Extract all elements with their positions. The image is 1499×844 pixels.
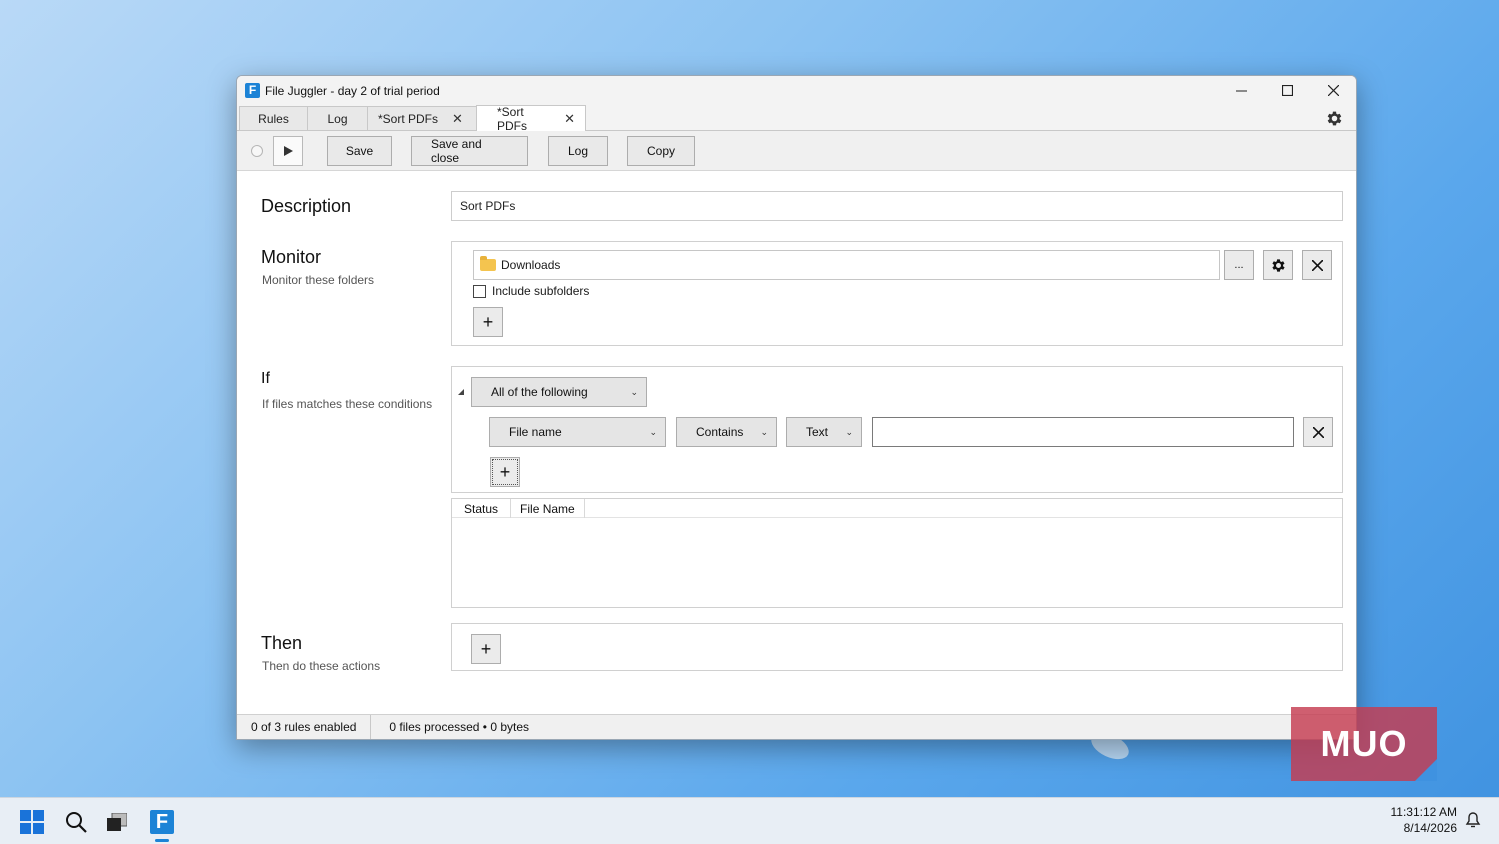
browse-button[interactable]: ... bbox=[1224, 250, 1254, 280]
notification-bell-icon bbox=[1465, 812, 1481, 828]
condition-field-dropdown[interactable]: File name ⌄ bbox=[489, 417, 666, 447]
monitor-subtitle: Monitor these folders bbox=[262, 273, 375, 287]
include-subfolders-label: Include subfolders bbox=[492, 284, 590, 298]
settings-button[interactable] bbox=[1324, 108, 1344, 128]
include-subfolders-row: Include subfolders bbox=[473, 284, 589, 298]
include-subfolders-checkbox[interactable] bbox=[473, 284, 486, 298]
minimize-icon bbox=[1235, 90, 1247, 92]
toolbar: Save Save and close Log Copy bbox=[237, 131, 1356, 171]
chevron-down-icon: ⌄ bbox=[845, 426, 853, 437]
tab-close-icon[interactable]: ✕ bbox=[564, 111, 575, 127]
task-view-button[interactable] bbox=[101, 806, 133, 838]
task-view-icon bbox=[107, 813, 127, 831]
tab-rules[interactable]: Rules bbox=[239, 106, 308, 130]
tab-sort-pdfs-2[interactable]: *Sort PDFs ✕ bbox=[476, 104, 586, 133]
monitor-heading: Monitor bbox=[261, 247, 322, 267]
add-condition-button[interactable]: + bbox=[490, 457, 520, 487]
search-icon bbox=[66, 812, 87, 833]
status-bar: 0 of 3 rules enabled 0 files processed •… bbox=[237, 714, 1356, 739]
folder-name: Downloads bbox=[501, 258, 561, 272]
system-clock[interactable]: 11:31:12 AM 8/14/2026 bbox=[1391, 804, 1458, 836]
actions-panel: + bbox=[451, 623, 1343, 671]
close-icon bbox=[1312, 426, 1324, 438]
title-bar[interactable]: F File Juggler - day 2 of trial period bbox=[237, 76, 1356, 105]
file-juggler-app-icon: F bbox=[150, 810, 174, 834]
tab-log[interactable]: Log bbox=[307, 106, 368, 130]
monitor-panel: Downloads ... Include subfolders + bbox=[451, 241, 1343, 346]
condition-value-input[interactable] bbox=[872, 417, 1294, 447]
grid-header: Status File Name bbox=[452, 499, 1342, 518]
rule-editor: Description Sort PDFs Monitor Monitor th… bbox=[237, 171, 1356, 716]
maximize-button[interactable] bbox=[1264, 76, 1310, 105]
folder-path-field[interactable]: Downloads bbox=[473, 250, 1220, 280]
matching-files-grid: Status File Name bbox=[451, 498, 1343, 608]
then-heading: Then bbox=[261, 633, 303, 653]
match-mode-value: All of the following bbox=[491, 385, 588, 399]
add-folder-button[interactable]: + bbox=[473, 307, 503, 337]
description-heading: Description bbox=[261, 196, 352, 216]
files-processed-status: 0 files processed • 0 bytes bbox=[389, 720, 530, 734]
condition-type-value: Text bbox=[806, 425, 829, 439]
tab-sort-pdfs-1[interactable]: *Sort PDFs ✕ bbox=[367, 106, 477, 130]
save-and-close-button[interactable]: Save and close bbox=[411, 135, 528, 166]
copy-button[interactable]: Copy bbox=[627, 135, 695, 166]
tab-label: *Sort PDFs bbox=[378, 111, 439, 126]
muo-watermark-logo: MUO bbox=[1291, 707, 1437, 781]
notifications-button[interactable] bbox=[1465, 812, 1481, 831]
tab-close-icon[interactable]: ✕ bbox=[452, 111, 463, 127]
collapse-arrow-icon[interactable] bbox=[458, 389, 464, 395]
condition-field-value: File name bbox=[509, 425, 562, 439]
file-juggler-window: F File Juggler - day 2 of trial period R… bbox=[236, 75, 1357, 740]
rules-enabled-status: 0 of 3 rules enabled bbox=[237, 714, 372, 739]
then-subtitle: Then do these actions bbox=[262, 659, 381, 673]
save-button[interactable]: Save bbox=[327, 135, 392, 166]
search-button[interactable] bbox=[60, 806, 92, 838]
folder-icon bbox=[480, 256, 496, 271]
rule-enabled-radio[interactable] bbox=[251, 144, 263, 157]
condition-operator-value: Contains bbox=[696, 425, 744, 439]
chevron-down-icon: ⌄ bbox=[760, 426, 768, 437]
tab-label: Log bbox=[327, 111, 348, 126]
match-mode-dropdown[interactable]: All of the following ⌄ bbox=[471, 377, 647, 407]
condition-operator-dropdown[interactable]: Contains ⌄ bbox=[676, 417, 777, 447]
start-button[interactable] bbox=[16, 806, 48, 838]
tab-label: Rules bbox=[258, 111, 289, 126]
taskbar: F 11:31:12 AM 8/14/2026 bbox=[0, 797, 1499, 844]
close-icon bbox=[1311, 259, 1323, 271]
windows-logo-icon bbox=[20, 810, 44, 834]
run-button[interactable] bbox=[273, 135, 303, 166]
column-status[interactable]: Status bbox=[452, 499, 512, 518]
tab-label: *Sort PDFs bbox=[497, 104, 527, 133]
gear-icon bbox=[1271, 258, 1285, 272]
if-subtitle: If files matches these conditions bbox=[262, 397, 433, 411]
file-juggler-taskbar-button[interactable]: F bbox=[146, 806, 178, 842]
column-file-name[interactable]: File Name bbox=[511, 499, 585, 518]
folder-settings-button[interactable] bbox=[1263, 250, 1293, 280]
chevron-down-icon: ⌄ bbox=[630, 386, 638, 397]
add-action-button[interactable]: + bbox=[471, 634, 501, 664]
maximize-icon bbox=[1281, 85, 1293, 96]
chevron-down-icon: ⌄ bbox=[649, 426, 657, 437]
log-button[interactable]: Log bbox=[548, 135, 608, 166]
minimize-button[interactable] bbox=[1218, 76, 1264, 105]
gear-icon bbox=[1327, 111, 1341, 125]
if-heading: If bbox=[261, 370, 270, 387]
conditions-panel: All of the following ⌄ File name ⌄ Conta… bbox=[451, 366, 1343, 493]
remove-condition-button[interactable] bbox=[1303, 417, 1333, 447]
tab-bar: Rules Log *Sort PDFs ✕ *Sort PDFs ✕ bbox=[237, 104, 1356, 133]
clock-date: 8/14/2026 bbox=[1403, 821, 1457, 835]
condition-type-dropdown[interactable]: Text ⌄ bbox=[786, 417, 862, 447]
remove-folder-button[interactable] bbox=[1302, 250, 1332, 280]
window-title: File Juggler - day 2 of trial period bbox=[265, 83, 440, 98]
clock-time: 11:31:12 AM bbox=[1390, 805, 1458, 819]
play-icon bbox=[283, 145, 293, 156]
close-icon bbox=[1327, 85, 1339, 96]
close-window-button[interactable] bbox=[1310, 76, 1356, 105]
description-input[interactable]: Sort PDFs bbox=[451, 191, 1343, 221]
app-logo-icon: F bbox=[245, 83, 260, 98]
